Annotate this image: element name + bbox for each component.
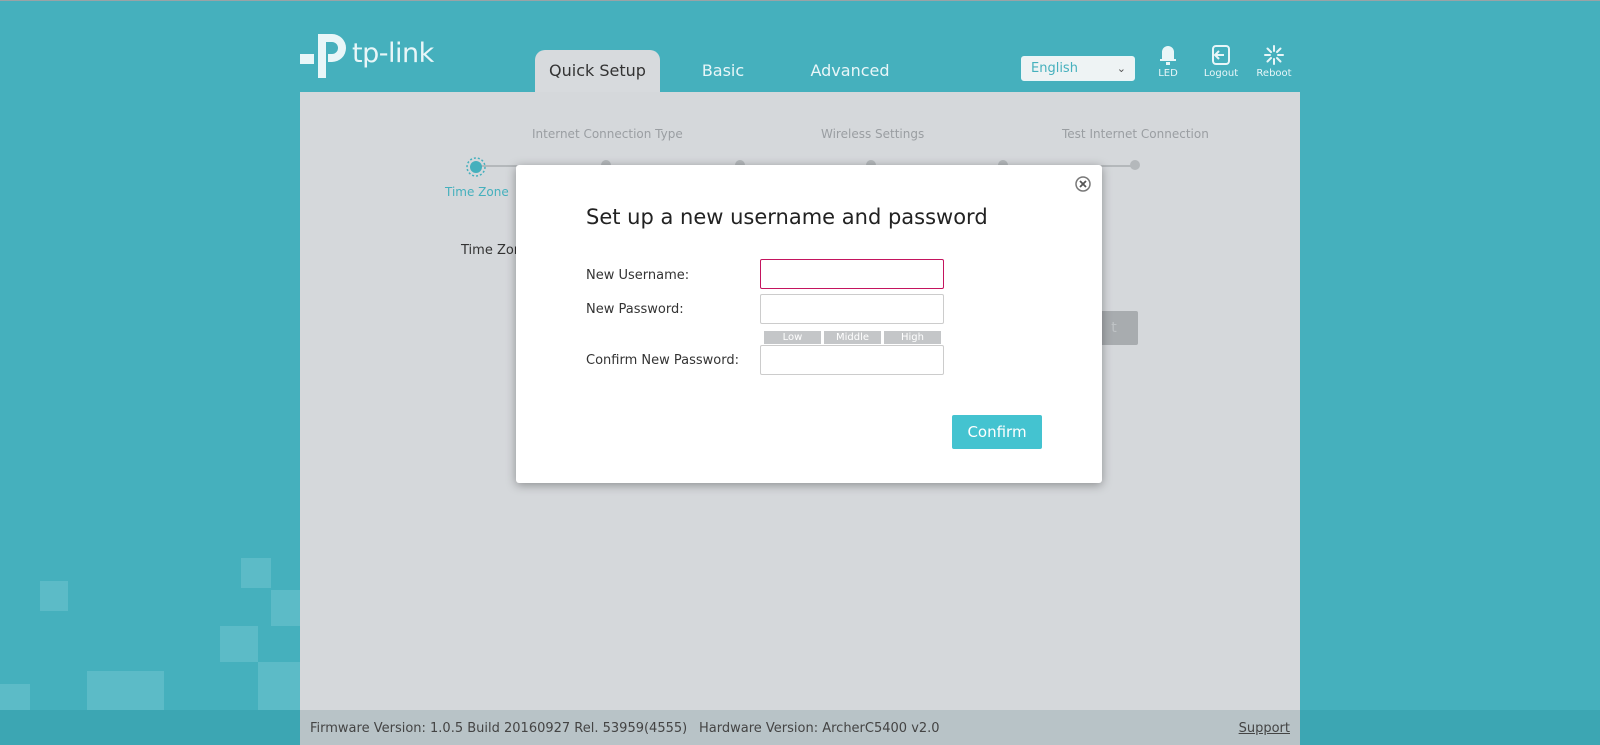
- support-link[interactable]: Support: [1239, 721, 1290, 736]
- dialog-title: Set up a new username and password: [586, 205, 988, 229]
- reboot-button[interactable]: Reboot: [1251, 44, 1297, 79]
- step-label-test-internet-connection: Test Internet Connection: [1062, 127, 1209, 141]
- strength-middle: Middle: [824, 331, 881, 344]
- confirm-password-input[interactable]: [760, 345, 944, 375]
- username-input[interactable]: [760, 259, 944, 289]
- confirm-button[interactable]: Confirm: [952, 415, 1042, 449]
- hardware-version: Hardware Version: ArcherC5400 v2.0: [699, 721, 940, 736]
- logo-text: tp-link: [352, 38, 434, 69]
- time-zone-label: Time Zon: [461, 243, 523, 258]
- decor-tile: [258, 662, 300, 710]
- reboot-label: Reboot: [1256, 68, 1292, 79]
- close-icon[interactable]: [1075, 176, 1091, 192]
- password-input[interactable]: [760, 294, 944, 324]
- decor-tile: [271, 590, 300, 626]
- tp-link-logo[interactable]: tp-link: [300, 30, 436, 82]
- reboot-icon: [1264, 45, 1284, 65]
- tp-link-logo-icon: [300, 34, 346, 78]
- decor-tile: [220, 626, 258, 662]
- footer-bar-right: [1300, 710, 1600, 745]
- led-icon: [1160, 46, 1176, 65]
- footer-bar-left: [0, 710, 300, 745]
- decor-tile: [241, 558, 271, 588]
- step-label-time-zone: Time Zone: [445, 185, 509, 199]
- password-strength-meter: Low Middle High: [764, 331, 942, 344]
- led-label: LED: [1158, 68, 1178, 79]
- logout-label: Logout: [1203, 68, 1239, 79]
- logout-button[interactable]: Logout: [1198, 44, 1244, 79]
- strength-low: Low: [764, 331, 821, 344]
- language-selected: English: [1031, 61, 1078, 76]
- logout-icon: [1212, 45, 1230, 65]
- language-select[interactable]: English ⌄: [1021, 56, 1135, 81]
- tab-advanced[interactable]: Advanced: [795, 50, 905, 92]
- strength-high: High: [884, 331, 941, 344]
- decor-tile: [40, 581, 68, 611]
- footer: Firmware Version: 1.0.5 Build 20160927 R…: [300, 710, 1300, 745]
- step-dot: [1130, 160, 1140, 170]
- step-label-internet-connection-type: Internet Connection Type: [532, 127, 683, 141]
- current-step-icon: [466, 157, 486, 177]
- tab-basic[interactable]: Basic: [683, 50, 763, 92]
- top-border: [0, 0, 1600, 1]
- confirm-password-label: Confirm New Password:: [586, 353, 739, 368]
- step-label-wireless-settings: Wireless Settings: [821, 127, 925, 141]
- password-label: New Password:: [586, 302, 684, 317]
- username-label: New Username:: [586, 268, 690, 283]
- firmware-version: Firmware Version: 1.0.5 Build 20160927 R…: [310, 721, 688, 736]
- tab-quick-setup[interactable]: Quick Setup: [535, 50, 660, 92]
- set-credentials-dialog: Set up a new username and password New U…: [516, 165, 1102, 483]
- chevron-down-icon: ⌄: [1116, 62, 1126, 75]
- led-button[interactable]: LED: [1145, 44, 1191, 79]
